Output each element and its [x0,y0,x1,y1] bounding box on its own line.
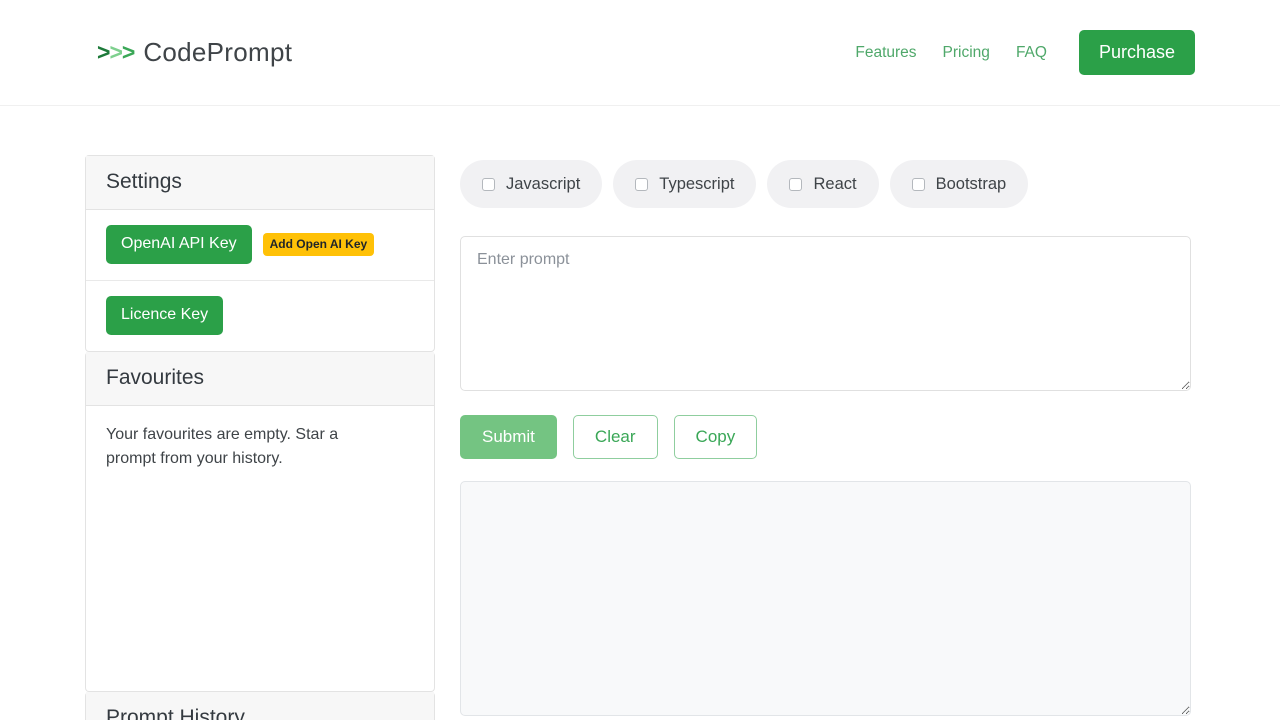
output-area[interactable] [460,481,1191,716]
brand-logo[interactable]: > > > CodePrompt [97,37,292,68]
site-header: > > > CodePrompt Features Pricing FAQ Purc… [0,0,1280,106]
favourites-empty-message: Your favourites are empty. Star a prompt… [106,426,339,467]
settings-panel: Settings OpenAI API Key Add Open AI Key … [85,155,435,352]
submit-button[interactable]: Submit [460,415,557,459]
checkbox-react[interactable] [789,177,803,191]
prompt-history-title: Prompt History [86,692,434,720]
option-label-typescript: Typescript [659,174,735,193]
chevron-right-icon-1: > [97,39,110,65]
page-body: Settings OpenAI API Key Add Open AI Key … [0,106,1280,720]
prompt-input[interactable] [460,236,1191,391]
favourites-body: Your favourites are empty. Star a prompt… [86,406,434,691]
option-react[interactable]: React [767,160,879,208]
option-label-bootstrap: Bootstrap [935,174,1007,193]
settings-row-openai-key: OpenAI API Key Add Open AI Key [86,210,434,281]
nav-link-pricing[interactable]: Pricing [943,44,990,62]
nav-link-faq[interactable]: FAQ [1016,44,1047,62]
brand-name: CodePrompt [143,37,293,67]
option-bootstrap[interactable]: Bootstrap [889,160,1029,208]
option-typescript[interactable]: Typescript [613,160,757,208]
settings-title: Settings [86,156,434,210]
option-label-react: React [813,174,857,193]
option-label-javascript: Javascript [506,174,581,193]
nav-link-features[interactable]: Features [855,44,916,62]
checkbox-typescript[interactable] [635,177,649,191]
favourites-panel: Favourites Your favourites are empty. St… [85,352,435,692]
purchase-button[interactable]: Purchase [1078,30,1195,75]
main-content: Javascript Typescript React Bootstrap Su… [460,155,1205,720]
checkbox-bootstrap[interactable] [911,177,925,191]
checkbox-javascript[interactable] [482,177,495,191]
action-buttons: Submit Clear Copy [460,415,1205,459]
openai-api-key-button[interactable]: OpenAI API Key [106,225,252,264]
settings-row-licence-key: Licence Key [86,281,434,351]
add-openai-key-badge: Add Open AI Key [262,233,375,256]
chevron-right-icon-3: > [121,39,135,65]
language-options: Javascript Typescript React Bootstrap [460,160,1205,208]
prompt-history-panel: Prompt History [85,692,435,720]
chevron-right-icon-2: > [109,39,122,65]
sidebar: Settings OpenAI API Key Add Open AI Key … [85,155,435,720]
licence-key-button[interactable]: Licence Key [106,296,224,335]
favourites-title: Favourites [86,352,434,406]
copy-button[interactable]: Copy [673,415,758,459]
clear-button[interactable]: Clear [572,415,658,459]
option-javascript[interactable]: Javascript [460,160,603,208]
main-navigation: Features Pricing FAQ Purchase [855,30,1195,75]
chevrons-icon: > > > [97,39,135,65]
